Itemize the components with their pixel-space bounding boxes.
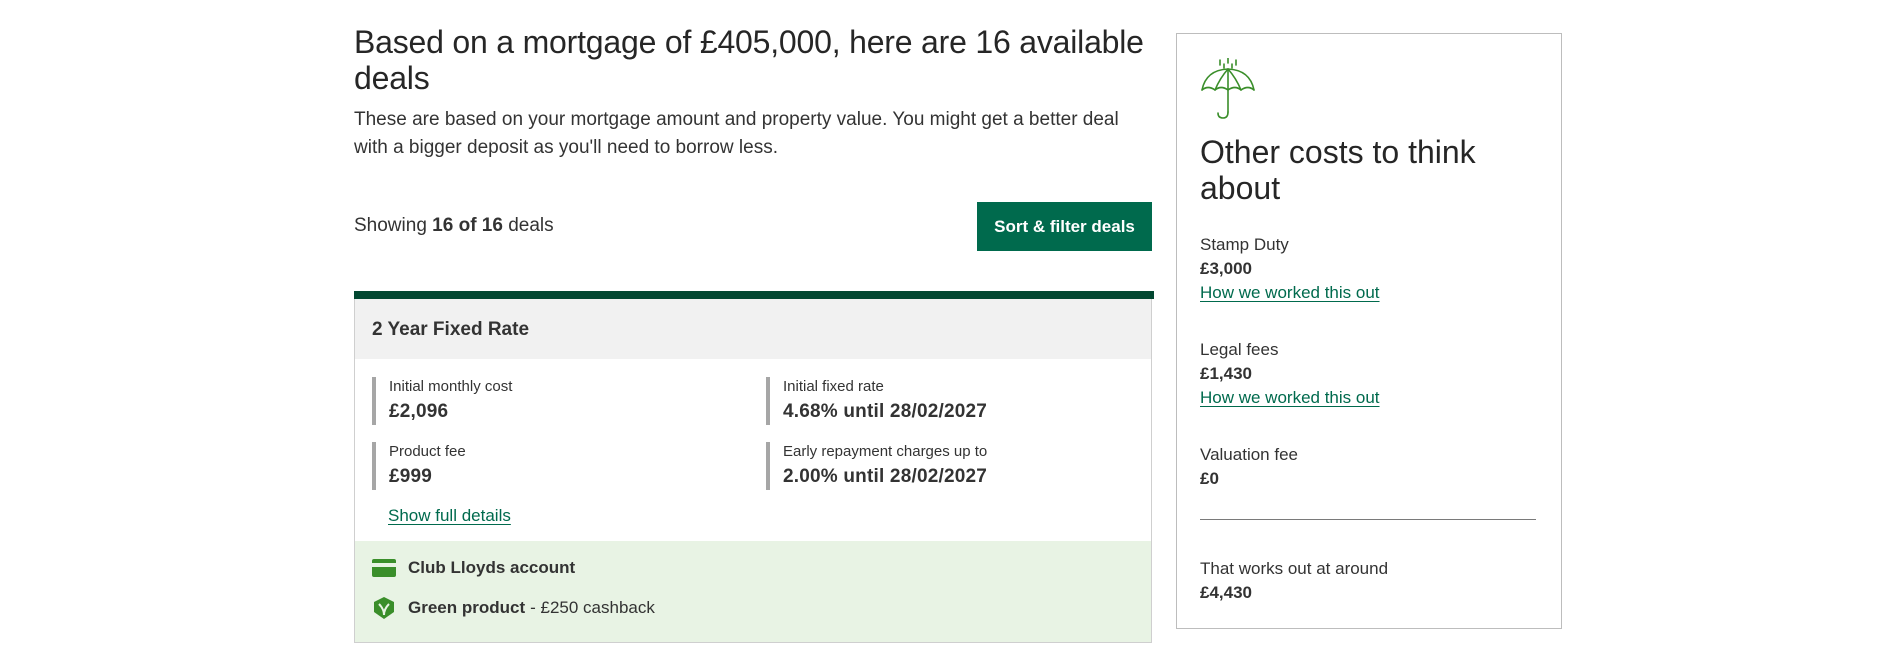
- umbrella-icon: [1200, 57, 1256, 119]
- stat-initial-fixed-rate: Initial fixed rate 4.68% until 28/02/202…: [766, 377, 987, 425]
- results-bar: Showing 16 of 16 deals Sort & filter dea…: [354, 202, 1152, 251]
- stat-initial-monthly-cost: Initial monthly cost £2,096: [372, 377, 512, 425]
- stat-early-repayment-charges: Early repayment charges up to 2.00% unti…: [766, 442, 987, 490]
- other-costs-panel: Other costs to think about Stamp Duty £3…: [1176, 33, 1562, 629]
- how-we-worked-this-out-link[interactable]: How we worked this out: [1200, 388, 1380, 407]
- costs-title: Other costs to think about: [1200, 134, 1476, 206]
- cost-legal-fees: Legal fees £1,430 How we worked this out: [1200, 338, 1380, 410]
- stat-value: £2,096: [389, 401, 449, 422]
- stat-value: 2.00% until 28/02/2027: [783, 466, 988, 487]
- stat-label: Product fee: [389, 443, 466, 460]
- feature-club-lloyds: Club Lloyds account: [372, 555, 575, 581]
- green-leaf-icon: [372, 596, 396, 620]
- deal-title: 2 Year Fixed Rate: [372, 319, 530, 340]
- cost-label: Valuation fee: [1200, 445, 1298, 464]
- deal-card-accent: [354, 291, 1154, 299]
- deal-card: 2 Year Fixed Rate Initial monthly cost £…: [354, 291, 1154, 643]
- sort-filter-button[interactable]: Sort & filter deals: [977, 202, 1152, 251]
- intro-text: These are based on your mortgage amount …: [354, 109, 1119, 158]
- how-we-worked-this-out-link[interactable]: How we worked this out: [1200, 283, 1380, 302]
- stat-label: Initial monthly cost: [389, 378, 513, 395]
- cost-value: £0: [1200, 469, 1219, 488]
- show-full-details-link[interactable]: Show full details: [388, 506, 511, 526]
- feature-name: Green product: [408, 598, 526, 617]
- results-prefix: Showing: [354, 215, 427, 236]
- feature-name: Club Lloyds account: [408, 558, 576, 577]
- results-count: Showing 16 of 16 deals: [354, 215, 554, 237]
- stat-product-fee: Product fee £999: [372, 442, 466, 490]
- cost-stamp-duty: Stamp Duty £3,000 How we worked this out: [1200, 233, 1380, 305]
- results-suffix: deals: [508, 215, 554, 236]
- cost-label: Legal fees: [1200, 340, 1279, 359]
- stat-value: £999: [389, 466, 433, 487]
- cost-value: £3,000: [1200, 259, 1252, 278]
- cost-label: That works out at around: [1200, 559, 1389, 578]
- deal-header: 2 Year Fixed Rate: [355, 299, 1151, 359]
- results-count-value: 16 of 16: [432, 215, 503, 236]
- divider: [1200, 519, 1536, 520]
- feature-description: - £250 cashback: [530, 598, 655, 617]
- feature-green-product: Green product - £250 cashback: [372, 595, 655, 621]
- cost-valuation-fee: Valuation fee £0: [1200, 443, 1298, 491]
- cost-total: That works out at around £4,430: [1200, 557, 1388, 605]
- cost-value: £1,430: [1200, 364, 1252, 383]
- main-content: Based on a mortgage of £405,000, here ar…: [354, 24, 1154, 643]
- stat-label: Initial fixed rate: [783, 378, 884, 395]
- stat-label: Early repayment charges up to: [783, 443, 988, 460]
- cost-label: Stamp Duty: [1200, 235, 1289, 254]
- cost-value: £4,430: [1200, 583, 1252, 602]
- page-title: Based on a mortgage of £405,000, here ar…: [354, 24, 1144, 96]
- stat-value: 4.68% until 28/02/2027: [783, 401, 988, 422]
- card-icon: [372, 556, 396, 580]
- deal-features: Club Lloyds account Green product - £250…: [355, 541, 1151, 642]
